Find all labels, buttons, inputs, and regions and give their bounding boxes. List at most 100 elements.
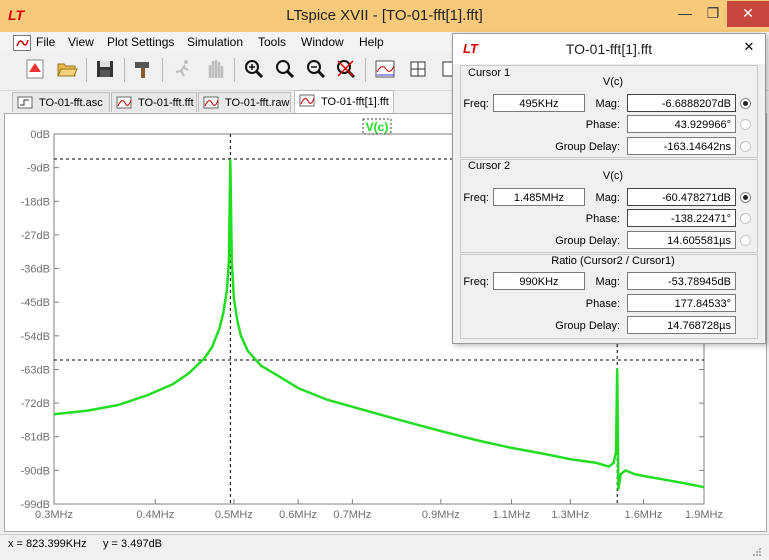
cursor1-mag-field[interactable]: -6.6888207dB [627,94,736,112]
cursor2-phase-field[interactable]: -138.22471° [627,209,736,227]
halt-hand-icon[interactable] [202,56,228,82]
x-tick-label: 1.9MHz [685,509,723,521]
restore-button[interactable]: ❐ [700,1,726,27]
cursor2-phase-radio[interactable] [740,213,751,224]
y-tick-label: -45dB [21,297,50,309]
cursor2-freq-field[interactable]: 1.485MHz [493,188,585,206]
trace-label[interactable]: V(c) [366,120,389,134]
menu-help[interactable]: Help [359,33,384,51]
tab-schematic[interactable]: TO-01-fft.asc [12,92,110,112]
cursor2-gd-label: Group Delay: [555,235,620,247]
ratio-mag-label: Mag: [595,276,620,288]
toolbar-separator [234,58,235,82]
cursor1-freq-label: Freq: [463,98,489,110]
zoom-out-icon[interactable] [303,56,329,82]
tab-label: TO-01-fft[1].fft [321,96,389,108]
ratio-gd-label: Group Delay: [555,320,620,332]
cursor1-phase-label: Phase: [585,119,620,131]
x-tick-label: 0.3MHz [35,509,73,521]
toolbar-separator [365,58,366,82]
dialog-title: TO-01-fft[1].fft [453,34,765,64]
toolbar-separator [124,58,125,82]
y-tick-label: -54dB [21,331,50,343]
schematic-icon [17,96,33,109]
new-schematic-button[interactable] [22,56,48,82]
close-button[interactable]: ✕ [727,1,769,27]
minimize-button[interactable]: — [672,1,698,27]
y-tick-label: -63dB [21,364,50,376]
plot-settings-icon[interactable] [405,56,431,82]
menu-plot-settings[interactable]: Plot Settings [107,33,174,51]
status-y: y = 3.497dB [103,538,163,550]
menu-window[interactable]: Window [301,33,344,51]
cursor1-heading: Cursor 1 [468,67,511,79]
tab-fft-1[interactable]: TO-01-fft[1].fft [294,90,394,113]
menu-file[interactable]: File [36,33,55,51]
menu-view[interactable]: View [68,33,94,51]
y-tick-label: -18dB [21,196,50,208]
cursor1-mag-radio[interactable] [740,98,751,109]
run-simulation-icon[interactable] [170,56,196,82]
x-tick-label: 1.1MHz [493,509,531,521]
y-tick-label: -90dB [21,465,50,477]
cursor1-gd-label: Group Delay: [555,141,620,153]
cursor1-gd-radio[interactable] [740,141,751,152]
cursor1-signal: V(c) [602,76,624,88]
cursor2-heading: Cursor 2 [468,160,511,172]
waveform-icon [203,96,219,109]
cursor1-freq-field[interactable]: 495KHz [493,94,585,112]
document-menu-icon[interactable] [13,35,31,51]
x-tick-label: 0.5MHz [215,509,253,521]
cursor2-mag-radio[interactable] [740,192,751,203]
ratio-mag-field: -53.78945dB [627,272,736,290]
y-tick-label: -72dB [21,398,50,410]
y-tick-label: -9dB [27,163,50,175]
ratio-phase-field: 177.84533° [627,294,736,312]
tab-label: TO-01-fft.asc [39,97,103,109]
save-button[interactable] [92,56,118,82]
menu-simulation[interactable]: Simulation [187,33,243,51]
autorange-icon[interactable] [372,56,398,82]
ratio-freq-field: 990KHz [493,272,585,290]
ratio-gd-field: 14.768728µs [627,316,736,334]
y-tick-label: 0dB [30,129,50,141]
toolbar-separator [86,58,87,82]
x-tick-label: 0.4MHz [136,509,174,521]
cursor2-mag-field[interactable]: -60.478271dB [627,188,736,206]
cursor1-phase-field[interactable]: 43.929966° [627,115,736,133]
y-tick-label: -36dB [21,264,50,276]
ltspice-logo-icon: LT [463,41,478,56]
y-tick-label: -27dB [21,230,50,242]
cursor2-gd-field[interactable]: 14.605581µs [627,231,736,249]
control-panel-hammer-icon[interactable] [130,56,156,82]
tab-raw[interactable]: TO-01-fft.raw [198,92,291,112]
tab-label: TO-01-fft.fft [138,97,194,109]
ratio-heading: Ratio (Cursor2 / Cursor1) [551,255,675,267]
cursor1-mag-label: Mag: [595,98,620,110]
x-tick-label: 1.6MHz [625,509,663,521]
cursor2-mag-label: Mag: [595,192,620,204]
cursor1-phase-radio[interactable] [740,119,751,130]
x-tick-label: 1.3MHz [551,509,589,521]
zoom-pan-icon[interactable] [272,56,298,82]
tab-label: TO-01-fft.raw [225,97,290,109]
cursor2-signal: V(c) [602,170,624,182]
cursor2-gd-radio[interactable] [740,235,751,246]
dialog-close-button[interactable]: ✕ [734,34,764,60]
cursor1-gd-field[interactable]: -163.14642ns [627,137,736,155]
cursor2-phase-label: Phase: [585,213,620,225]
y-tick-label: -81dB [21,432,50,444]
menu-tools[interactable]: Tools [258,33,286,51]
tab-fft[interactable]: TO-01-fft.fft [111,92,197,112]
toolbar-separator [162,58,163,82]
status-x: x = 823.399KHz [8,538,87,550]
waveform-icon [299,94,315,107]
resize-grip-icon[interactable] [752,546,762,556]
cursor-dialog: TO-01-fft[1].fft LT ✕ Cursor 1 V(c) Freq… [452,33,766,344]
open-folder-button[interactable] [54,56,80,82]
cursor2-freq-label: Freq: [463,192,489,204]
zoom-area-icon[interactable] [241,56,267,82]
zoom-fit-icon[interactable] [333,56,359,82]
x-tick-label: 0.7MHz [333,509,371,521]
x-tick-label: 0.6MHz [279,509,317,521]
